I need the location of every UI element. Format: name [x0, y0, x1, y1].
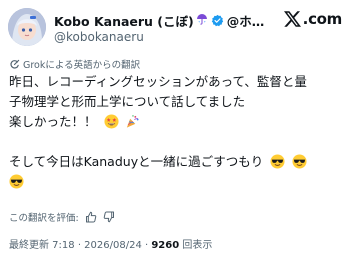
translation-label: Grokによる英語からの翻訳: [23, 60, 141, 71]
affiliation-tag[interactable]: @ホロラ...: [227, 11, 274, 29]
view-count: 9260: [151, 240, 180, 251]
party-popper-emoji: [125, 114, 140, 129]
tweet-line: 昨日、レコーディングセッションがあって、監督と量: [9, 74, 307, 89]
view-count-label: 回表示: [179, 240, 213, 251]
grok-icon: [10, 59, 20, 69]
translation-note: Grokによる英語からの翻訳: [9, 57, 140, 71]
tweet-line: 子物理学と形而上学について話してました: [9, 94, 246, 109]
tweet-line: [9, 172, 345, 192]
display-name[interactable]: Kobo Kanaeru (こぼ): [54, 11, 194, 29]
user-handle[interactable]: @kobokanaeru: [54, 30, 144, 44]
post-meta: 最終更新 7:18 · 2026/08/24 · 9260 回表示: [9, 236, 212, 251]
rate-translation-label: この翻訳を評価:: [9, 213, 79, 224]
tweet-line: そして今日はKanaduyと一緒に過ごすつもり: [9, 152, 345, 172]
x-logo-icon: [283, 11, 301, 27]
tweet-line-text: そして今日はKanaduyと一緒に過ごすつもり: [9, 154, 264, 169]
star-struck-face-emoji: [103, 114, 119, 129]
post-timestamp[interactable]: 最終更新 7:18 · 2026/08/24 ·: [9, 240, 151, 251]
rate-translation: この翻訳を評価:: [9, 210, 115, 224]
sunglasses-face-emoji: [270, 154, 285, 169]
user-name-row[interactable]: Kobo Kanaeru (こぼ) @ホロラ...: [54, 11, 274, 29]
brand-logo[interactable]: .com: [283, 10, 343, 28]
sunglasses-face-emoji: [292, 154, 307, 169]
tweet-line: 楽しかった！！: [9, 112, 345, 132]
brand-domain: .com: [302, 10, 343, 28]
avatar[interactable]: [8, 8, 46, 46]
thumbs-down-icon[interactable]: [103, 211, 115, 223]
tweet-card: Kobo Kanaeru (こぼ) @ホロラ... @kobokanaeru .…: [0, 0, 350, 259]
umbrella-icon: [196, 13, 208, 28]
tweet-line-text: 楽しかった！！: [9, 114, 97, 129]
thumbs-up-icon[interactable]: [85, 211, 97, 223]
verified-badge-icon: [211, 14, 224, 27]
tweet-text: 昨日、レコーディングセッションがあって、監督と量 子物理学と形而上学について話し…: [9, 72, 345, 192]
sunglasses-face-emoji: [9, 174, 24, 189]
